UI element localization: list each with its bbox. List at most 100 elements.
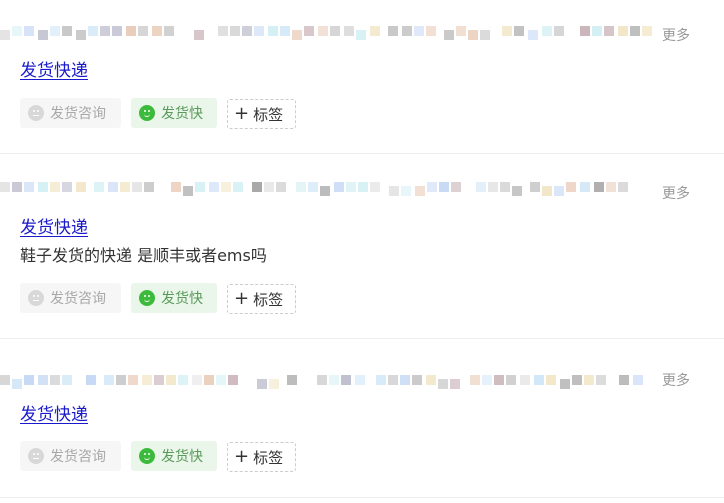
redaction-block (254, 26, 264, 36)
redaction-block (12, 182, 22, 192)
redaction-block (218, 26, 228, 36)
redaction-block (476, 182, 486, 192)
redaction-block (530, 182, 540, 192)
redaction-block (38, 375, 48, 385)
more-link[interactable]: 更多 (662, 370, 690, 390)
redaction-block (488, 182, 498, 192)
result-title-link[interactable]: 发货快递 (20, 400, 88, 425)
tag-fast-button[interactable]: 发货快 (131, 283, 217, 313)
add-tag-button[interactable]: + 标签 (227, 99, 296, 129)
redaction-block (500, 182, 510, 192)
tag-label: 标签 (253, 105, 284, 124)
tag-label: 发货咨询 (50, 106, 106, 122)
redaction-block (330, 26, 340, 36)
add-tag-button[interactable]: + 标签 (227, 284, 296, 314)
neutral-face-icon (28, 105, 44, 121)
tag-fast-button[interactable]: 发货快 (131, 98, 217, 128)
redaction-block (514, 26, 524, 36)
redaction-block (0, 375, 10, 385)
redaction-block (242, 26, 252, 36)
redaction-block (100, 26, 110, 36)
redaction-block (426, 26, 436, 36)
redaction-block (228, 375, 238, 385)
redaction-block (480, 30, 490, 40)
plus-icon: + (234, 288, 250, 309)
more-link[interactable]: 更多 (662, 25, 690, 45)
redaction-block (183, 186, 193, 196)
redaction-block (269, 379, 279, 389)
redaction-block (468, 30, 478, 40)
redaction-block (120, 182, 130, 192)
redaction-block (618, 26, 628, 36)
result-title-link[interactable]: 发货快递 (20, 56, 88, 81)
tag-consult-button[interactable]: 发货咨询 (20, 441, 121, 471)
redaction-block (400, 375, 410, 385)
redaction-block (370, 26, 380, 36)
smile-face-icon (139, 105, 155, 121)
tag-consult-button[interactable]: 发货咨询 (20, 98, 121, 128)
redaction-block (580, 26, 590, 36)
result-item: 更多 发货快递 鞋子发货的快递 是顺丰或者ems吗 发货咨询 发货快 + 标签 (0, 154, 724, 338)
redaction-block (126, 26, 136, 36)
plus-icon: + (234, 103, 250, 124)
redaction-block (560, 379, 570, 389)
redaction-block (204, 375, 214, 385)
redaction-block (630, 26, 640, 36)
redaction-block (12, 379, 22, 389)
redaction-block (62, 26, 72, 36)
add-tag-button[interactable]: + 标签 (227, 442, 296, 472)
redaction-block (276, 182, 286, 192)
tag-label: 发货快 (161, 291, 203, 307)
redaction-block (308, 182, 318, 192)
redaction-block (604, 26, 614, 36)
redaction-block (166, 375, 176, 385)
redaction-block (554, 186, 564, 196)
redaction-block (438, 379, 448, 389)
redaction-block (415, 186, 425, 196)
redaction-block (542, 26, 552, 36)
neutral-face-icon (28, 290, 44, 306)
more-link[interactable]: 更多 (662, 183, 690, 203)
redaction-block (76, 30, 86, 40)
redaction-block (94, 182, 104, 192)
redaction-block (128, 375, 138, 385)
redaction-block (520, 375, 530, 385)
redaction-block (24, 26, 34, 36)
tag-consult-button[interactable]: 发货咨询 (20, 283, 121, 313)
redaction-block (596, 375, 606, 385)
redaction-block (195, 182, 205, 192)
redaction-block (0, 30, 10, 40)
redaction-block (402, 26, 412, 36)
redaction-block (209, 182, 219, 192)
redaction-block (389, 186, 399, 196)
redaction-block (642, 26, 652, 36)
redaction-block (221, 182, 231, 192)
redaction-block (606, 182, 616, 192)
plus-icon: + (234, 446, 250, 467)
result-item: 更多 发货快递 发货咨询 发货快 + 标签 (0, 339, 724, 497)
redaction-block (171, 182, 181, 192)
redaction-block (252, 182, 262, 192)
redaction-block (412, 375, 422, 385)
redaction-block (216, 375, 226, 385)
redaction-block (194, 30, 204, 40)
tag-label: 发货咨询 (50, 449, 106, 465)
redaction-block (594, 182, 604, 192)
redacted-meta (0, 182, 700, 202)
redaction-block (506, 375, 516, 385)
redaction-block (0, 182, 10, 192)
redaction-block (320, 186, 330, 196)
redaction-block (401, 186, 411, 196)
tag-fast-button[interactable]: 发货快 (131, 441, 217, 471)
result-title-link[interactable]: 发货快递 (20, 213, 88, 238)
redaction-block (494, 375, 504, 385)
redaction-block (329, 375, 339, 385)
redaction-block (370, 182, 380, 192)
redaction-block (512, 186, 522, 196)
redaction-block (439, 182, 449, 192)
redaction-block (554, 26, 564, 36)
redaction-block (192, 375, 202, 385)
redaction-block (376, 375, 386, 385)
redaction-block (50, 26, 60, 36)
redaction-block (584, 375, 594, 385)
